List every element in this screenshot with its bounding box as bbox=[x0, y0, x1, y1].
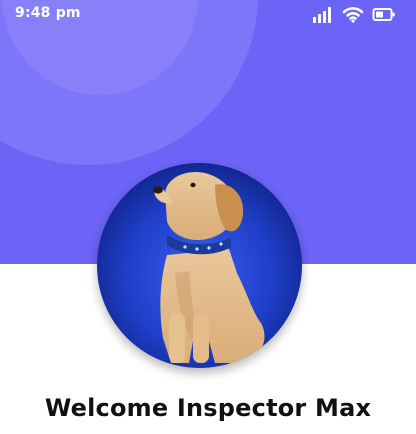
status-time: 9:48 pm bbox=[15, 5, 81, 21]
status-icons bbox=[312, 5, 396, 23]
battery-icon bbox=[372, 8, 395, 21]
signal-icon bbox=[313, 7, 331, 23]
wifi-icon bbox=[342, 7, 364, 23]
profile-avatar[interactable] bbox=[97, 163, 302, 368]
dog-photo bbox=[97, 163, 302, 368]
status-bar: 9:48 pm bbox=[0, 0, 416, 32]
welcome-heading: Welcome Inspector Max bbox=[44, 394, 372, 422]
